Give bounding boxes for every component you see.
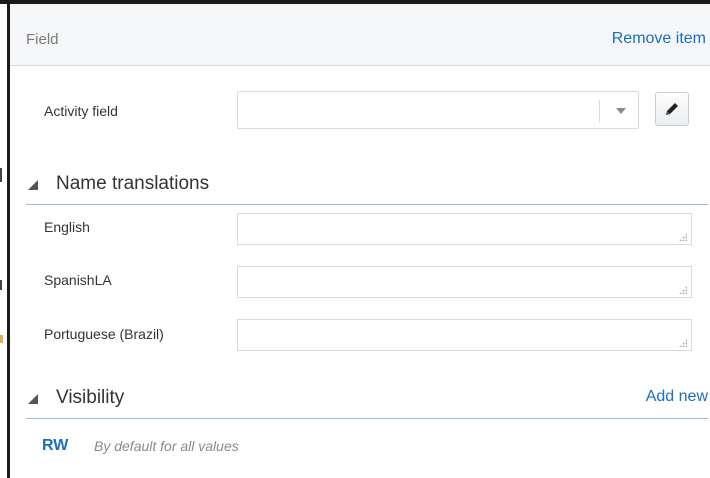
name-translations-header[interactable]: Name translations — [26, 168, 708, 205]
visibility-description: By default for all values — [94, 438, 239, 454]
spanish-la-input[interactable] — [237, 266, 692, 298]
visibility-code[interactable]: RW — [42, 437, 68, 455]
pencil-icon — [666, 103, 678, 115]
spanish-la-label: SpanishLA — [44, 272, 112, 288]
panel-title: Field — [26, 31, 59, 48]
panel-header: Field Remove item — [10, 4, 710, 66]
select-divider — [599, 100, 600, 122]
add-new-link[interactable]: Add new — [646, 388, 708, 406]
resize-grip-icon[interactable] — [679, 339, 687, 347]
activity-field-label: Activity field — [44, 103, 118, 119]
english-label: English — [44, 219, 90, 235]
name-translations-title: Name translations — [56, 173, 210, 194]
edge-marker — [0, 335, 3, 343]
edit-button[interactable] — [655, 92, 689, 126]
visibility-title: Visibility — [56, 387, 125, 408]
chevron-down-icon[interactable] — [616, 108, 626, 114]
edge-marker — [0, 280, 2, 290]
activity-field-select[interactable] — [237, 91, 639, 129]
triangle-collapse-icon[interactable] — [28, 180, 38, 190]
resize-grip-icon[interactable] — [679, 286, 687, 294]
portuguese-brazil-input[interactable] — [237, 319, 692, 351]
triangle-collapse-icon[interactable] — [28, 394, 38, 404]
visibility-header[interactable]: Visibility Add new — [26, 383, 708, 419]
remove-item-link[interactable]: Remove item — [612, 30, 706, 48]
resize-grip-icon[interactable] — [679, 233, 687, 241]
edge-marker — [0, 168, 2, 182]
window-left-border — [7, 0, 10, 478]
portuguese-brazil-label: Portuguese (Brazil) — [44, 326, 164, 342]
english-input[interactable] — [237, 213, 692, 245]
